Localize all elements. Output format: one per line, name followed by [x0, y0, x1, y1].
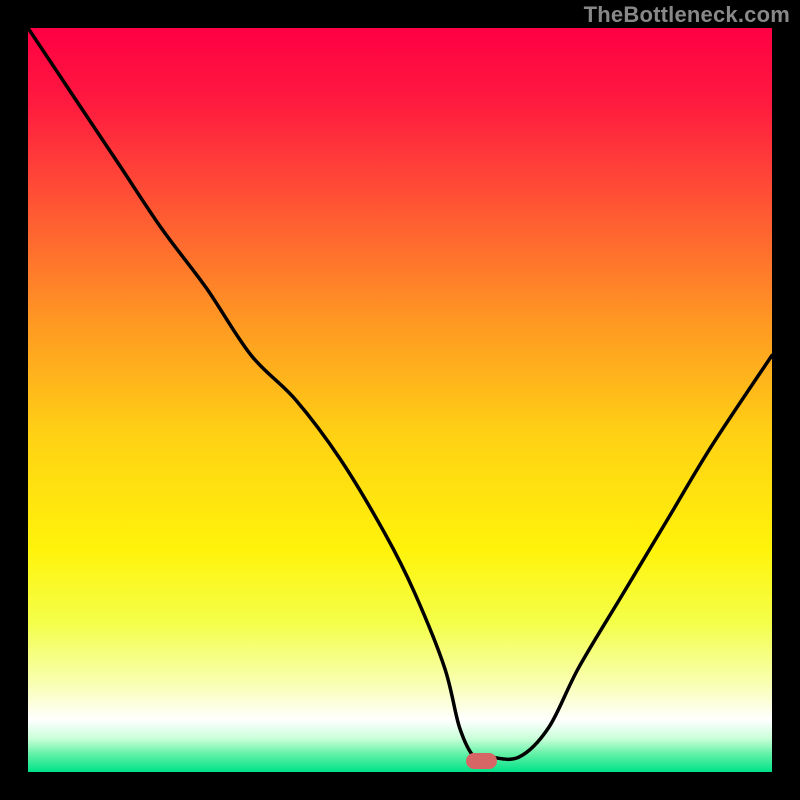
- plot-area: [28, 28, 772, 772]
- optimal-marker: [466, 753, 497, 769]
- chart-container: TheBottleneck.com: [0, 0, 800, 800]
- watermark-text: TheBottleneck.com: [584, 2, 790, 28]
- gradient-background: [28, 28, 772, 772]
